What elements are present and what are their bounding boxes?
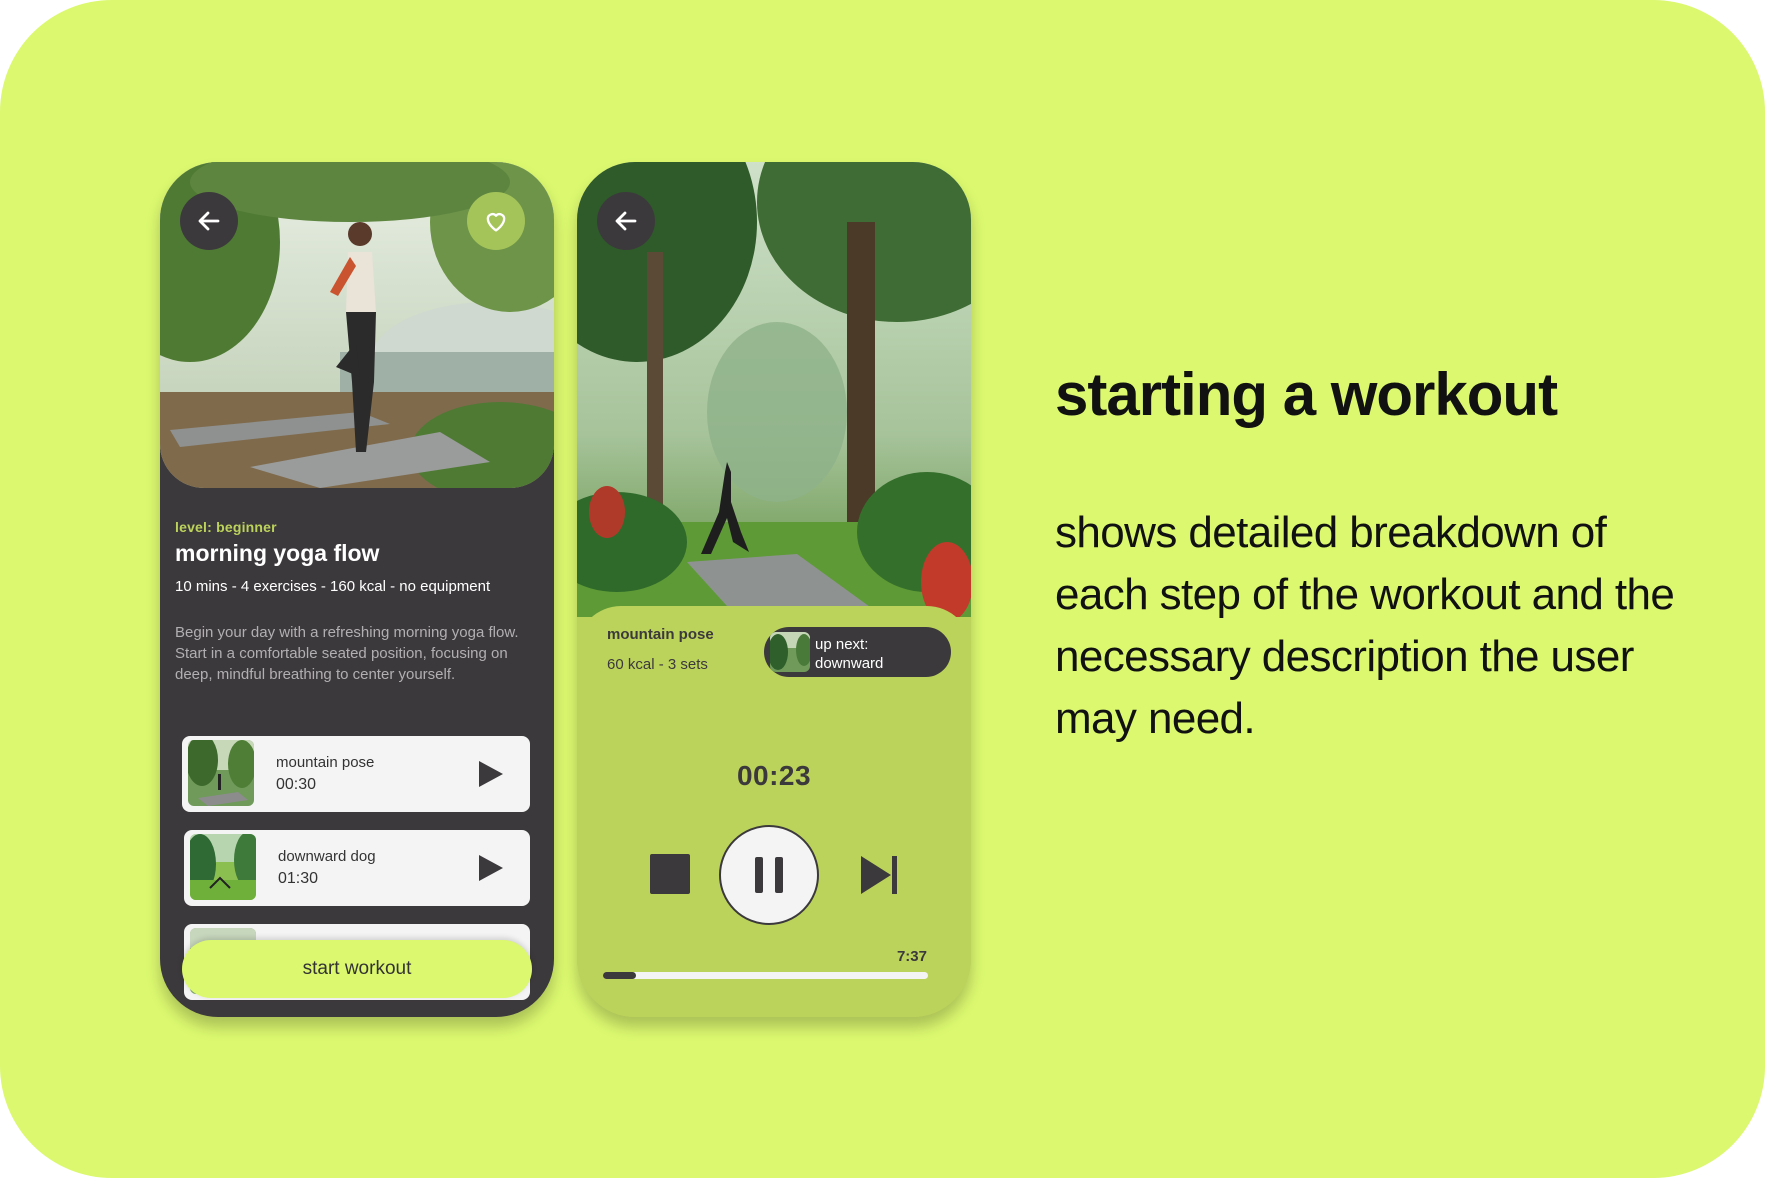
up-next-card[interactable]: up next: downward [764,627,951,677]
exercise-name: downward dog [278,848,376,865]
headline: starting a workout [1055,361,1558,428]
presentation-card: level: beginner morning yoga flow 10 min… [0,0,1765,1178]
back-arrow-icon [198,211,220,231]
progress-fill [603,972,636,979]
play-icon[interactable] [478,760,504,788]
workout-player-screen: mountain pose 60 kcal - 3 sets up next: … [577,162,971,1017]
favorite-button[interactable] [467,192,525,250]
up-next-label: up next: [815,636,869,653]
skip-next-icon[interactable] [859,854,899,896]
exercise-time: 00:30 [276,776,317,793]
exercise-item-downward-dog[interactable]: downward dog 01:30 [184,830,530,906]
exercise-thumbnail [188,740,254,806]
pause-button[interactable] [719,825,819,925]
current-exercise-name: mountain pose [607,626,714,643]
exercise-timer: 00:23 [736,760,812,791]
up-next-name: downward [815,655,884,672]
pause-icon [755,857,783,893]
heart-icon [486,213,506,232]
exercise-time: 01:30 [278,870,319,887]
up-next-thumbnail [770,632,810,672]
progress-track[interactable] [603,972,928,979]
start-workout-button[interactable]: start workout [182,940,532,998]
workout-detail-screen: level: beginner morning yoga flow 10 min… [160,162,554,1017]
workout-level: level: beginner [175,519,277,535]
workout-title: morning yoga flow [175,540,380,566]
back-button[interactable] [597,192,655,250]
exercise-name: mountain pose [276,754,375,771]
exercise-thumbnail [190,834,256,900]
back-arrow-icon [615,211,637,231]
workout-meta: 10 mins - 4 exercises - 160 kcal - no eq… [175,578,491,595]
total-duration: 7:37 [896,948,927,965]
play-icon[interactable] [478,854,504,882]
back-button[interactable] [180,192,238,250]
workout-description: Begin your day with a refreshing morning… [175,624,519,683]
exercise-item-mountain-pose[interactable]: mountain pose 00:30 [182,736,530,812]
stop-button[interactable] [650,854,690,894]
current-exercise-meta: 60 kcal - 3 sets [607,656,708,673]
body-text: shows detailed breakdown of each step of… [1055,508,1675,743]
